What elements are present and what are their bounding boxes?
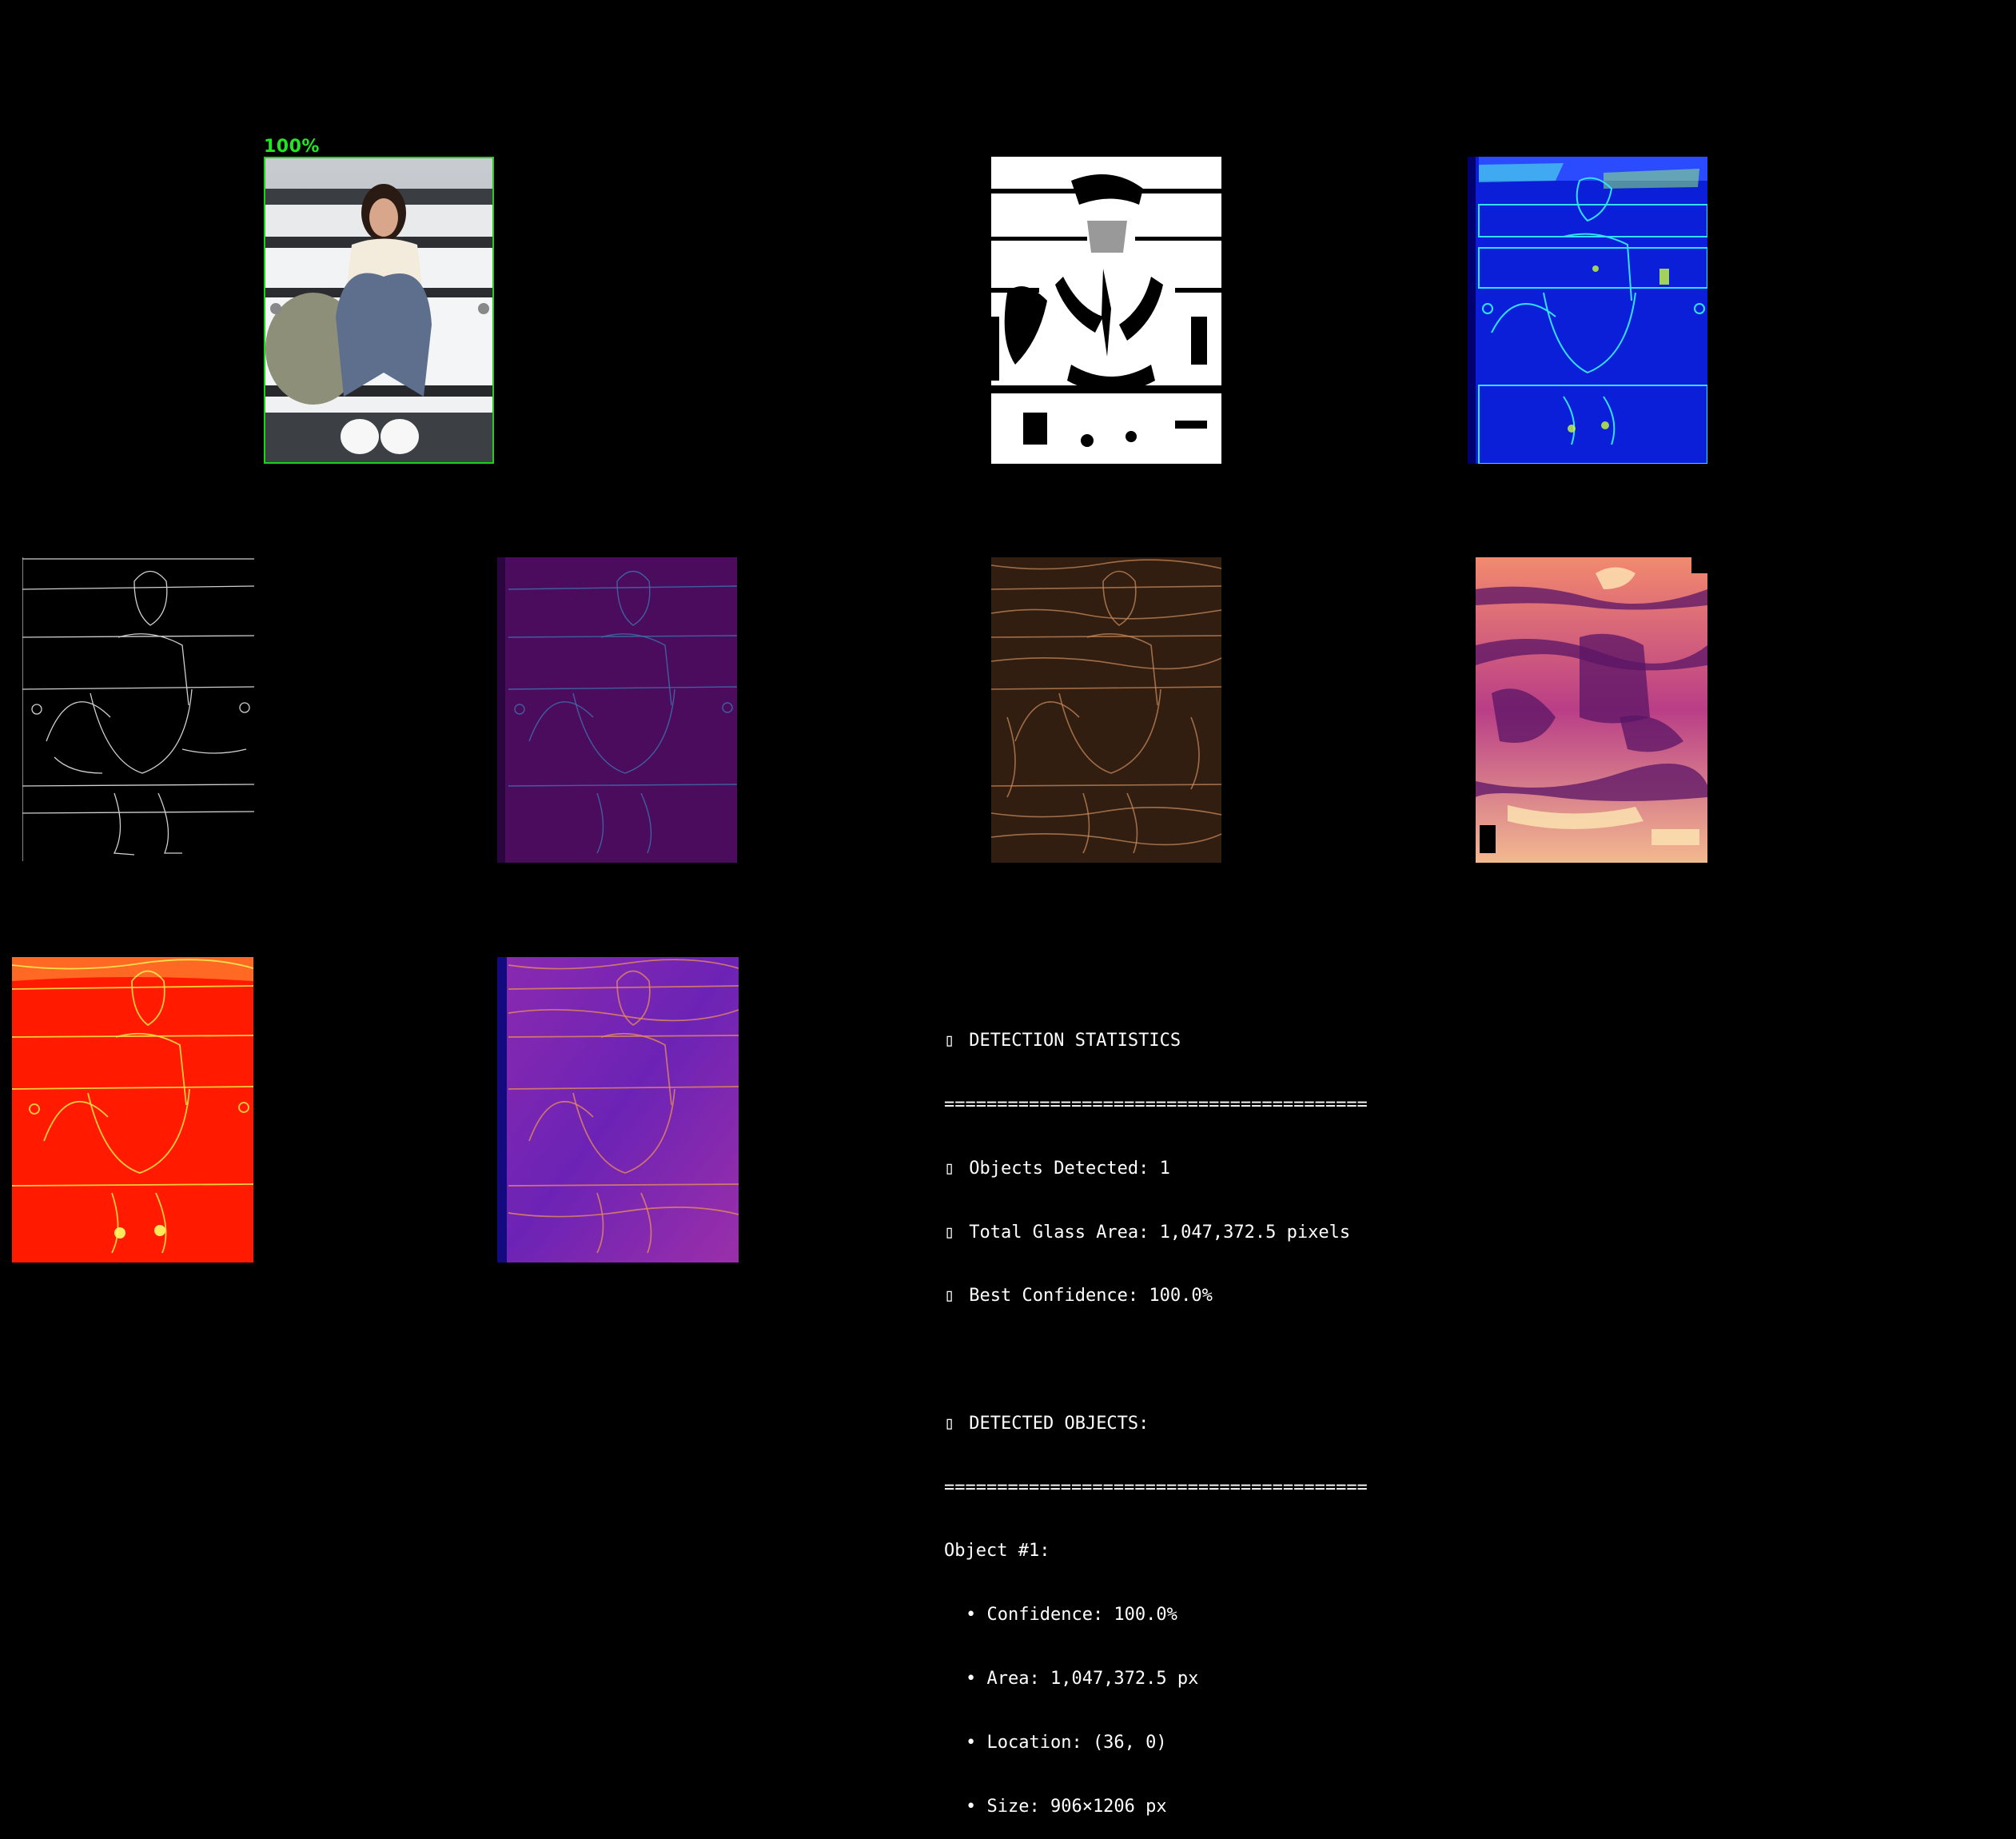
magma-phase-image: [1476, 557, 1707, 863]
detection-confidence-label: 100%: [264, 137, 320, 157]
purple-colormap-panel: [497, 557, 737, 863]
hot-colormap-panel: [12, 957, 253, 1263]
object-title: Object #1:: [944, 1541, 1050, 1562]
objects-header-line: ▯ DETECTED OBJECTS:: [944, 1414, 1440, 1435]
jet-edge-image: [1468, 157, 1707, 464]
search-icon: ▯: [944, 1158, 955, 1179]
ruler-icon: ▯: [944, 1222, 955, 1243]
objects-detected-line: ▯ Objects Detected: 1: [944, 1159, 1440, 1180]
object-location: • Location: (36, 0): [966, 1732, 1167, 1753]
total-area: Total Glass Area: 1,047,372.5 pixels: [969, 1222, 1351, 1243]
best-confidence-line: ▯ Best Confidence: 100.0%: [944, 1286, 1440, 1307]
threshold-image-panel: [991, 157, 1221, 464]
stats-header: DETECTION STATISTICS: [969, 1031, 1181, 1051]
target-icon: ▯: [944, 1286, 955, 1306]
list-icon: ▯: [944, 1413, 955, 1434]
objects-header: DETECTED OBJECTS:: [969, 1413, 1149, 1434]
plasma-colormap-panel: [497, 957, 739, 1263]
plasma-edge-image: [497, 957, 739, 1263]
object-confidence: • Confidence: 100.0%: [966, 1605, 1177, 1626]
detection-stats-panel: ▯ DETECTION STATISTICS =================…: [944, 988, 1440, 1839]
objects-separator: ========================================: [944, 1477, 1368, 1498]
edge-detection-image: [22, 557, 254, 861]
jet-colormap-panel: [1468, 157, 1707, 464]
best-confidence: Best Confidence: 100.0%: [969, 1286, 1213, 1306]
total-area-line: ▯ Total Glass Area: 1,047,372.5 pixels: [944, 1223, 1440, 1244]
hot-edge-image: [12, 957, 253, 1263]
threshold-image: [991, 157, 1221, 464]
object-area: • Area: 1,047,372.5 px: [966, 1669, 1199, 1689]
chart-icon: ▯: [944, 1031, 955, 1051]
detection-bounding-box: [264, 157, 494, 464]
edges-panel: [22, 557, 254, 861]
objects-detected: Objects Detected: 1: [969, 1158, 1170, 1179]
stats-separator: ========================================: [944, 1094, 1368, 1115]
purple-edge-image: [497, 557, 737, 863]
stats-header-line: ▯ DETECTION STATISTICS: [944, 1031, 1440, 1052]
object-size: • Size: 906×1206 px: [966, 1796, 1167, 1817]
magma-colormap-panel: [1476, 557, 1707, 863]
copper-edge-image: [991, 557, 1221, 863]
copper-colormap-panel: [991, 557, 1221, 863]
